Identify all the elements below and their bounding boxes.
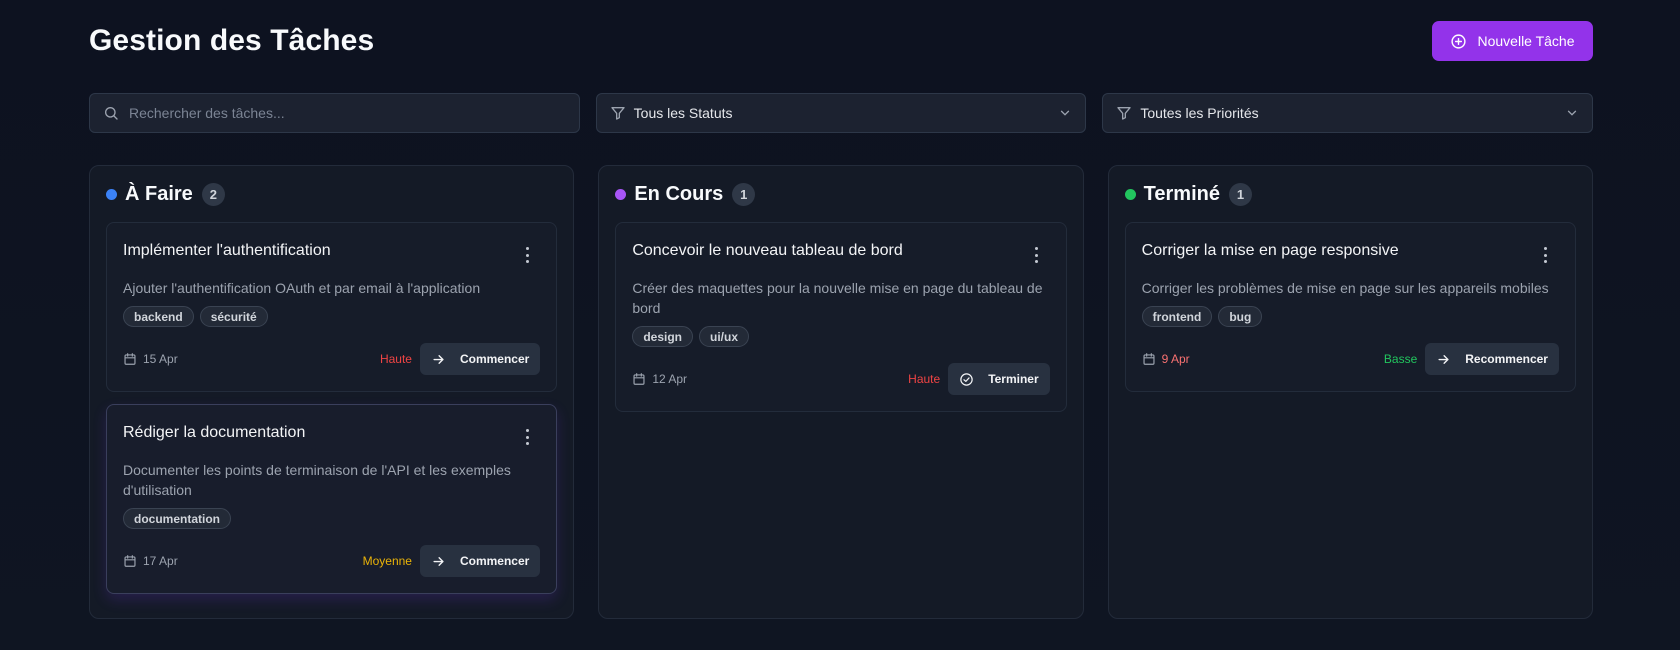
column-header: En Cours 1 <box>615 182 1066 207</box>
column-title: À Faire <box>125 183 193 205</box>
calendar-icon <box>124 555 136 567</box>
tag-list: backend sécurité <box>123 306 540 327</box>
tag: backend <box>123 306 194 327</box>
plus-circle-icon <box>1451 33 1467 49</box>
calendar-icon <box>124 353 136 365</box>
action-label: Commencer <box>459 554 530 568</box>
status-filter-select[interactable]: Tous les Statuts <box>595 93 1087 133</box>
due-date: 12 Apr <box>632 372 687 386</box>
action-label: Terminer <box>988 372 1039 386</box>
task-description: Corriger les problèmes de mise en page s… <box>1141 280 1549 296</box>
task-description: Ajouter l'authentification OAuth et par … <box>123 280 481 296</box>
calendar-icon <box>633 373 645 385</box>
due-date-text: 9 Apr <box>1161 352 1190 366</box>
tag-list: frontend bug <box>1141 306 1559 327</box>
page-header: Gestion des Tâches Nouvelle Tâche <box>89 20 1593 62</box>
task-card[interactable]: Rédiger la documentation Documenter les … <box>106 404 558 594</box>
status-dot <box>1124 189 1136 200</box>
task-footer: 15 Apr Haute Commencer <box>123 343 541 375</box>
task-footer: 12 Apr Haute Terminer <box>632 363 1050 395</box>
new-task-label: Nouvelle Tâche <box>1477 33 1575 49</box>
kanban-board: À Faire 2 Implémenter l'authentification… <box>89 165 1593 619</box>
arrow-right-icon <box>433 556 444 566</box>
calendar-icon <box>1143 353 1155 365</box>
task-card[interactable]: Concevoir le nouveau tableau de bord Cré… <box>615 222 1067 412</box>
check-circle-icon <box>960 372 973 386</box>
task-count-badge: 1 <box>1228 183 1252 206</box>
chevron-down-icon <box>1567 110 1577 116</box>
task-card[interactable]: Corriger la mise en page responsive Corr… <box>1124 222 1576 392</box>
priority-label: Haute <box>379 352 412 366</box>
tag: documentation <box>123 508 231 529</box>
task-footer: 17 Apr Moyenne Commencer <box>123 545 541 577</box>
status-dot <box>615 189 627 200</box>
column-done: Terminé 1 Corriger la mise en page respo… <box>1107 165 1593 619</box>
priority-label: Haute <box>908 372 941 386</box>
new-task-button[interactable]: Nouvelle Tâche <box>1432 21 1593 61</box>
column-header: Terminé 1 <box>1124 182 1576 207</box>
page-title: Gestion des Tâches <box>89 24 375 57</box>
task-title: Implémenter l'authentification <box>123 242 331 259</box>
due-date: 9 Apr <box>1142 352 1190 366</box>
column-title: En Cours <box>634 183 724 205</box>
chevron-down-icon <box>1061 110 1070 116</box>
task-card[interactable]: Implémenter l'authentification Ajouter l… <box>106 222 558 392</box>
action-label: Recommencer <box>1465 352 1548 366</box>
more-options-icon[interactable] <box>520 247 534 263</box>
priority-filter-select[interactable]: Toutes les Priorités <box>1102 93 1594 133</box>
task-footer: 9 Apr Basse Recommencer <box>1142 343 1559 375</box>
tag: frontend <box>1141 306 1213 327</box>
task-count-badge: 1 <box>732 183 756 206</box>
status-filter-value: Tous les Statuts <box>633 105 733 121</box>
task-description: Documenter les points de terminaison de … <box>123 462 511 498</box>
task-title: Concevoir le nouveau tableau de bord <box>632 242 903 259</box>
priority-label: Basse <box>1383 352 1418 366</box>
start-button[interactable]: Commencer <box>419 343 541 375</box>
status-dot <box>106 189 117 200</box>
search-input[interactable] <box>129 105 566 121</box>
arrow-right-icon <box>433 354 444 364</box>
column-header: À Faire 2 <box>106 182 557 207</box>
tag: bug <box>1218 306 1263 327</box>
tag-list: documentation <box>123 508 540 529</box>
task-title: Rédiger la documentation <box>123 424 306 441</box>
more-options-icon[interactable] <box>1030 247 1044 263</box>
start-button[interactable]: Commencer <box>419 545 541 577</box>
task-description: Créer des maquettes pour la nouvelle mis… <box>632 280 1043 316</box>
search-icon <box>105 107 118 120</box>
filter-bar: Tous les Statuts Toutes les Priorités <box>89 93 1594 133</box>
priority-filter-value: Toutes les Priorités <box>1140 105 1259 121</box>
column-in-progress: En Cours 1 Concevoir le nouveau tableau … <box>598 165 1084 619</box>
due-date-text: 15 Apr <box>143 352 178 366</box>
column-todo: À Faire 2 Implémenter l'authentification… <box>89 165 575 619</box>
more-options-icon[interactable] <box>520 429 534 445</box>
action-label: Commencer <box>459 352 530 366</box>
more-options-icon[interactable] <box>1539 247 1553 263</box>
due-date-text: 12 Apr <box>652 372 688 386</box>
tag: ui/ux <box>699 326 750 347</box>
filter-icon <box>1117 107 1132 120</box>
tag: design <box>632 326 693 347</box>
tag-list: design ui/ux <box>632 326 1049 347</box>
tag: sécurité <box>199 306 268 327</box>
task-count-badge: 2 <box>201 183 225 206</box>
task-title: Corriger la mise en page responsive <box>1141 242 1399 259</box>
restart-button[interactable]: Recommencer <box>1425 343 1559 375</box>
due-date-text: 17 Apr <box>143 554 178 568</box>
filter-icon <box>611 107 625 120</box>
complete-button[interactable]: Terminer <box>948 363 1050 395</box>
due-date: 15 Apr <box>123 352 178 366</box>
priority-label: Moyenne <box>362 554 412 568</box>
search-field <box>89 93 580 133</box>
column-title: Terminé <box>1143 183 1220 205</box>
due-date: 17 Apr <box>123 554 178 568</box>
arrow-right-icon <box>1438 354 1449 364</box>
